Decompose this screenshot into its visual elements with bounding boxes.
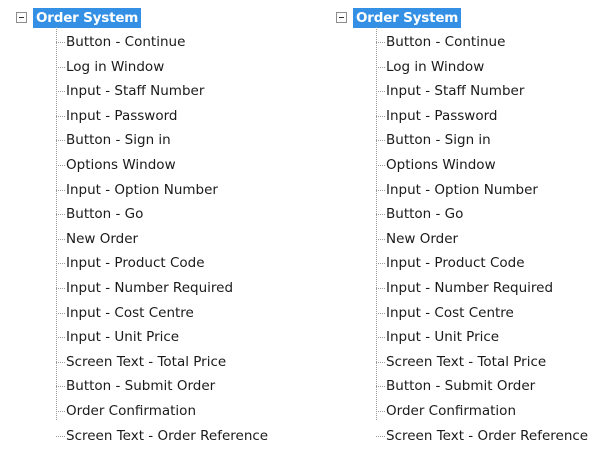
tree-item[interactable]: Input - Password xyxy=(16,104,306,129)
tree-item[interactable]: Button - Continue xyxy=(336,30,616,55)
tree-item[interactable]: Button - Continue xyxy=(16,30,306,55)
tree-item[interactable]: Log in Window xyxy=(16,55,306,80)
tree-root-label[interactable]: Order System xyxy=(33,8,142,28)
tree-item[interactable]: Input - Cost Centre xyxy=(336,301,616,326)
tree-item[interactable]: Input - Number Required xyxy=(336,276,616,301)
tree-item[interactable]: Input - Option Number xyxy=(16,178,306,203)
tree-item[interactable]: New Order xyxy=(16,227,306,252)
tree-item[interactable]: Options Window xyxy=(336,153,616,178)
tree-item[interactable]: Screen Text - Total Price xyxy=(16,350,306,375)
tree-view-left: Order System Button - Continue Log in Wi… xyxy=(16,8,306,448)
tree-item[interactable]: Input - Cost Centre xyxy=(16,301,306,326)
collapse-minus-icon[interactable] xyxy=(336,12,347,23)
tree-item[interactable]: Input - Password xyxy=(336,104,616,129)
tree-item[interactable]: Input - Unit Price xyxy=(336,325,616,350)
tree-item[interactable]: Button - Go xyxy=(16,202,306,227)
collapse-minus-icon[interactable] xyxy=(16,12,27,23)
tree-item[interactable]: Button - Sign in xyxy=(16,128,306,153)
tree-item[interactable]: Log in Window xyxy=(336,55,616,80)
tree-item[interactable]: Input - Option Number xyxy=(336,178,616,203)
tree-item[interactable]: New Order xyxy=(336,227,616,252)
tree-item[interactable]: Button - Submit Order xyxy=(16,374,306,399)
tree-item[interactable]: Order Confirmation xyxy=(336,399,616,424)
tree-item[interactable]: Screen Text - Order Reference xyxy=(336,424,616,449)
tree-item[interactable]: Input - Unit Price xyxy=(16,325,306,350)
tree-item[interactable]: Screen Text - Total Price xyxy=(336,350,616,375)
tree-root-node[interactable]: Order System xyxy=(336,8,616,30)
tree-item[interactable]: Options Window xyxy=(16,153,306,178)
tree-root-node[interactable]: Order System xyxy=(16,8,306,30)
tree-item[interactable]: Button - Sign in xyxy=(336,128,616,153)
tree-item[interactable]: Button - Go xyxy=(336,202,616,227)
tree-item[interactable]: Button - Submit Order xyxy=(336,374,616,399)
tree-root-label[interactable]: Order System xyxy=(353,8,462,28)
tree-view-right: Order System Button - Continue Log in Wi… xyxy=(336,8,616,448)
tree-item[interactable]: Input - Staff Number xyxy=(16,79,306,104)
tree-item[interactable]: Input - Staff Number xyxy=(336,79,616,104)
tree-item[interactable]: Screen Text - Order Reference xyxy=(16,424,306,449)
tree-item[interactable]: Order Confirmation xyxy=(16,399,306,424)
tree-children-list: Button - Continue Log in Window Input - … xyxy=(336,26,616,449)
tree-item[interactable]: Input - Product Code xyxy=(16,251,306,276)
tree-item[interactable]: Input - Number Required xyxy=(16,276,306,301)
tree-children-list: Button - Continue Log in Window Input - … xyxy=(16,26,306,449)
tree-item[interactable]: Input - Product Code xyxy=(336,251,616,276)
